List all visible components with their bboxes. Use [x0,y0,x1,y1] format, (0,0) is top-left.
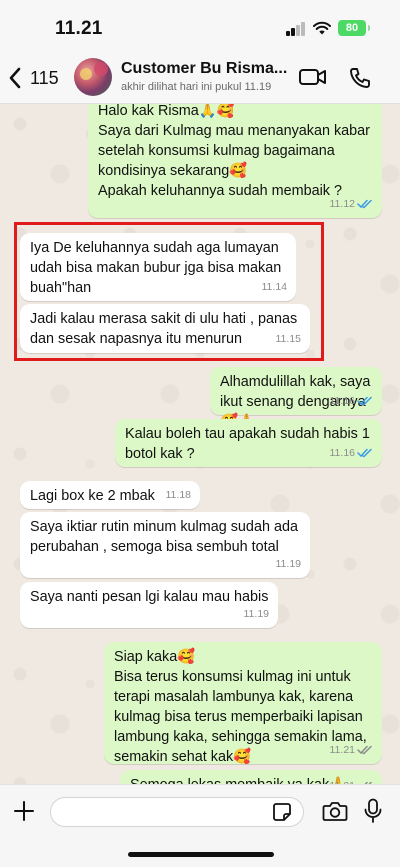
message-time: 11.16 [329,395,356,407]
message-time: 11.19 [243,608,270,620]
message-time: 11.21 [329,744,356,756]
message-bubble-incoming[interactable]: Saya iktiar rutin minum kulmag sudah ada… [20,512,310,578]
message-meta: 11.19 [276,554,302,574]
message-meta: 11.16 [330,391,374,411]
message-meta: 11.21 [330,740,374,760]
message-text: Iya De keluhannya sudah aga lumayan udah… [30,240,282,296]
message-meta: 11.12 [330,194,374,214]
message-bubble-outgoing[interactable]: Semoga lekas membaik ya kak🙏 11.21 [120,770,382,784]
message-meta: 11.18 [166,485,192,505]
message-bubble-outgoing[interactable]: Kalau boleh tau apakah sudah habis 1 bot… [115,419,382,467]
contact-avatar[interactable] [74,58,112,96]
message-meta: 11.16 [330,443,374,463]
message-text: Saya nanti pesan lgi kalau mau habis [30,589,269,605]
contact-name[interactable]: Customer Bu Risma... [121,60,287,78]
status-time: 11.21 [55,18,103,39]
message-time: 11.14 [261,281,288,293]
message-bubble-incoming[interactable]: Lagi box ke 2 mbak 11.18 [20,481,200,509]
chevron-left-icon [9,67,21,89]
camera-icon[interactable] [322,800,348,822]
double-check-icon [357,199,372,209]
message-text: Halo kak Risma🙏🥰 Saya dari Kulmag mau me… [98,104,370,199]
message-time: 11.19 [275,558,302,570]
double-check-icon [357,745,372,755]
message-time: 11.21 [330,776,356,784]
message-meta: 11.19 [244,604,270,624]
cellular-signal-icon [286,22,306,36]
message-input[interactable] [50,797,304,827]
message-time: 11.18 [165,489,192,501]
message-time: 11.16 [329,447,356,459]
message-text: Saya iktiar rutin minum kulmag sudah ada… [30,519,298,555]
message-bubble-outgoing[interactable]: Alhamdulillah kak, saya ikut senang deng… [210,367,382,430]
battery-icon: 80 [338,20,370,36]
wifi-icon [313,21,331,35]
contact-last-seen: akhir dilihat hari ini pukul 11.19 [121,81,272,93]
message-bubble-outgoing[interactable]: Siap kaka🥰 Bisa terus konsumsi kulmag in… [104,642,382,765]
chat-header: 115 Customer Bu Risma... akhir dilihat h… [0,52,400,104]
unread-count: 115 [30,67,59,88]
message-meta: 11.14 [262,277,288,297]
back-button[interactable]: 115 [8,64,59,92]
message-bubble-incoming[interactable]: Saya nanti pesan lgi kalau mau habis 11.… [20,582,278,628]
message-list[interactable]: Halo kak Risma🙏🥰 Saya dari Kulmag mau me… [0,104,400,784]
message-time: 11.12 [329,198,356,210]
microphone-icon[interactable] [364,798,382,824]
message-bubble-incoming[interactable]: Jadi kalau merasa sakit di ulu hati , pa… [20,304,310,353]
phone-icon[interactable] [348,66,372,90]
status-bar: 11.21 80 [0,0,400,52]
home-indicator [128,852,274,857]
message-bubble-outgoing[interactable]: Halo kak Risma🙏🥰 Saya dari Kulmag mau me… [88,104,382,218]
double-check-icon [357,396,372,406]
message-bubble-incoming[interactable]: Iya De keluhannya sudah aga lumayan udah… [20,233,296,301]
message-meta: 11.15 [276,329,302,349]
message-time: 11.15 [275,333,302,345]
video-camera-icon[interactable] [298,66,328,88]
double-check-icon [357,448,372,458]
plus-icon[interactable] [12,799,36,823]
sticker-icon[interactable] [272,802,292,822]
message-meta: 11.21 [330,776,374,784]
message-text: Jadi kalau merasa sakit di ulu hati , pa… [30,311,298,347]
